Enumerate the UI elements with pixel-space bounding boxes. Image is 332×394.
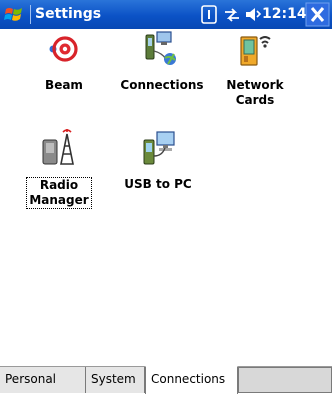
icon-item-usb-to-pc[interactable]: USB to PC	[108, 128, 208, 192]
icon-label-radio-manager-line2: Manager	[29, 193, 89, 207]
app-title: Settings	[35, 6, 102, 22]
tab-system[interactable]: System	[86, 367, 145, 393]
icon-label-usb-to-pc: USB to PC	[124, 177, 192, 191]
icon-label-connections: Connections	[120, 78, 204, 92]
volume-icon[interactable]	[244, 4, 262, 25]
network-cards-icon	[240, 36, 271, 66]
focus-rectangle: Radio Manager	[26, 177, 92, 209]
tab-bar-empty-area	[238, 367, 332, 393]
icon-label-beam: Beam	[45, 78, 83, 92]
icon-label-radio-manager: Radio Manager	[9, 177, 109, 209]
icon-item-radio-manager[interactable]: Radio Manager	[9, 128, 109, 209]
icon-label-network-cards: Network Cards	[205, 78, 305, 108]
tab-connections[interactable]: Connections	[145, 366, 238, 394]
connectivity-icon[interactable]	[222, 4, 242, 25]
radio-manager-icon	[42, 129, 74, 165]
icon-item-connections[interactable]: Connections	[112, 29, 212, 93]
icon-item-network-cards[interactable]: Network Cards	[205, 29, 305, 108]
icon-item-beam[interactable]: Beam	[14, 29, 114, 93]
connections-icon	[145, 31, 176, 65]
input-panel-icon[interactable]	[200, 4, 218, 25]
tab-personal[interactable]: Personal	[0, 367, 86, 393]
icon-label-network-cards-line1: Network	[226, 78, 284, 92]
tab-bar: Personal System Connections	[0, 366, 332, 394]
usb-to-pc-icon	[143, 131, 175, 165]
icon-label-network-cards-line2: Cards	[235, 93, 275, 107]
title-bar: Settings 12:14	[0, 0, 332, 29]
connections-icon-grid: Beam Connections Network Cards Radio Man…	[0, 29, 332, 366]
windows-start-flag-icon[interactable]	[4, 5, 24, 25]
clock[interactable]: 12:14	[262, 5, 307, 24]
title-separator	[30, 5, 31, 24]
icon-label-radio-manager-line1: Radio	[39, 178, 79, 192]
beam-icon	[49, 36, 78, 62]
close-icon[interactable]	[305, 2, 330, 27]
